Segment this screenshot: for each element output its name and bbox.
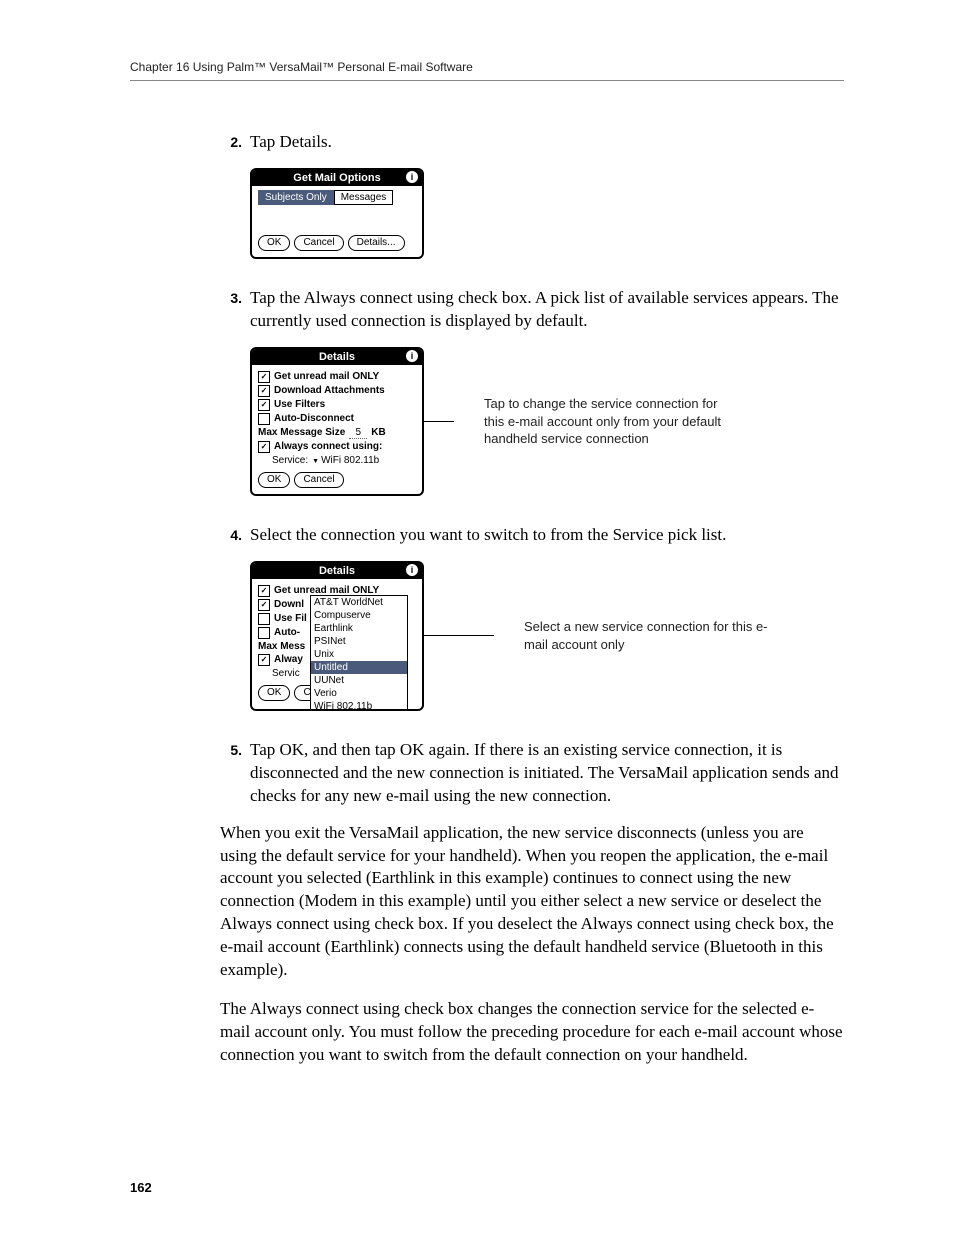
checkbox-use-filters[interactable] [258, 613, 270, 625]
step-3: 3. Tap the Always connect using check bo… [220, 287, 844, 333]
picklist-item[interactable]: AT&T WorldNet [311, 596, 407, 609]
label-use-filters-partial: Use Fil [274, 613, 307, 624]
details-button[interactable]: Details... [348, 235, 405, 251]
step-text: Tap OK, and then tap OK again. If there … [250, 739, 844, 808]
callout-leader-line [424, 635, 494, 636]
checkbox-unread-only[interactable]: ✓ [258, 585, 270, 597]
checkbox-auto-disconnect[interactable] [258, 627, 270, 639]
step-4: 4. Select the connection you want to swi… [220, 524, 844, 547]
service-value: WiFi 802.11b [321, 455, 379, 466]
checkbox-download-attachments[interactable]: ✓ [258, 385, 270, 397]
max-message-size-value[interactable]: 5 [349, 427, 367, 439]
ok-button[interactable]: OK [258, 235, 290, 251]
step-2: 2. Tap Details. [220, 131, 844, 154]
label-max-message-size: Max Message Size [258, 427, 345, 438]
tab-messages[interactable]: Messages [334, 190, 394, 205]
info-icon[interactable]: i [406, 171, 418, 183]
checkbox-auto-disconnect[interactable] [258, 413, 270, 425]
label-download-attachments: Download Attachments [274, 385, 385, 396]
step-number: 5. [220, 739, 242, 808]
figure-details-picklist: Details i ✓Get unread mail ONLY ✓Downl U… [250, 561, 844, 711]
callout-text: Tap to change the service connection for… [484, 395, 734, 448]
callout-text: Select a new service connection for this… [524, 618, 774, 653]
picklist-item[interactable]: UUNet [311, 674, 407, 687]
service-picklist[interactable]: WiFi 802.11b [312, 455, 379, 466]
label-kb: KB [371, 427, 385, 438]
body-paragraph: The Always connect using check box chang… [220, 998, 844, 1067]
dialog-title: Details i [252, 349, 422, 365]
label-service: Service: [272, 455, 308, 466]
checkbox-unread-only[interactable]: ✓ [258, 371, 270, 383]
page-number: 162 [130, 1180, 152, 1195]
tab-subjects-only[interactable]: Subjects Only [258, 190, 334, 205]
palm-dialog-details: Details i ✓ Get unread mail ONLY ✓ Downloa… [250, 347, 424, 496]
figure-details: Details i ✓ Get unread mail ONLY ✓ Downloa… [250, 347, 844, 496]
palm-dialog-get-mail: Get Mail Options i Subjects Only Message… [250, 168, 424, 259]
info-icon[interactable]: i [406, 350, 418, 362]
step-text: Select the connection you want to switch… [250, 524, 726, 547]
picklist-item[interactable]: Verio [311, 687, 407, 700]
label-use-filters: Use Filters [274, 399, 325, 410]
step-text: Tap Details. [250, 131, 332, 154]
step-number: 3. [220, 287, 242, 333]
step-number: 2. [220, 131, 242, 154]
dialog-title-text: Details [319, 565, 355, 577]
checkbox-always-connect[interactable]: ✓ [258, 654, 270, 666]
label-download-partial: Downl [274, 599, 304, 610]
dialog-title-text: Get Mail Options [293, 172, 380, 184]
ok-button[interactable]: OK [258, 685, 290, 701]
picklist-item[interactable]: Earthlink [311, 622, 407, 635]
label-auto-partial: Auto- [274, 627, 300, 638]
palm-dialog-details-open: Details i ✓Get unread mail ONLY ✓Downl U… [250, 561, 424, 711]
running-header: Chapter 16 Using Palm™ VersaMail™ Person… [130, 60, 844, 81]
body-paragraph: When you exit the VersaMail application,… [220, 822, 844, 983]
info-icon[interactable]: i [406, 564, 418, 576]
label-service-partial: Servic [272, 668, 300, 679]
dialog-title: Details i [252, 563, 422, 579]
label-auto-disconnect: Auto-Disconnect [274, 413, 354, 424]
step-number: 4. [220, 524, 242, 547]
ok-button[interactable]: OK [258, 472, 290, 488]
dialog-title-text: Details [319, 351, 355, 363]
picklist-item-selected[interactable]: Untitled [311, 661, 407, 674]
checkbox-always-connect[interactable]: ✓ [258, 441, 270, 453]
callout-leader-line [424, 421, 454, 422]
cancel-button[interactable]: Cancel [294, 472, 343, 488]
picklist-item[interactable]: PSINet [311, 635, 407, 648]
step-5: 5. Tap OK, and then tap OK again. If the… [220, 739, 844, 808]
figure-get-mail-options: Get Mail Options i Subjects Only Message… [250, 168, 844, 259]
checkbox-use-filters[interactable]: ✓ [258, 399, 270, 411]
label-always-connect: Always connect using: [274, 441, 382, 452]
label-always-partial: Alway [274, 654, 303, 665]
cancel-button[interactable]: Cancel [294, 235, 343, 251]
label-unread-only: Get unread mail ONLY [274, 371, 379, 382]
service-picklist-open[interactable]: AT&T WorldNet Compuserve Earthlink PSINe… [310, 595, 408, 711]
picklist-item[interactable]: Unix [311, 648, 407, 661]
dialog-title: Get Mail Options i [252, 170, 422, 186]
step-text: Tap the Always connect using check box. … [250, 287, 844, 333]
picklist-item[interactable]: Compuserve [311, 609, 407, 622]
label-max-partial: Max Mess [258, 641, 305, 652]
checkbox-download-attachments[interactable]: ✓ [258, 599, 270, 611]
picklist-item[interactable]: WiFi 802.11b [311, 700, 407, 711]
